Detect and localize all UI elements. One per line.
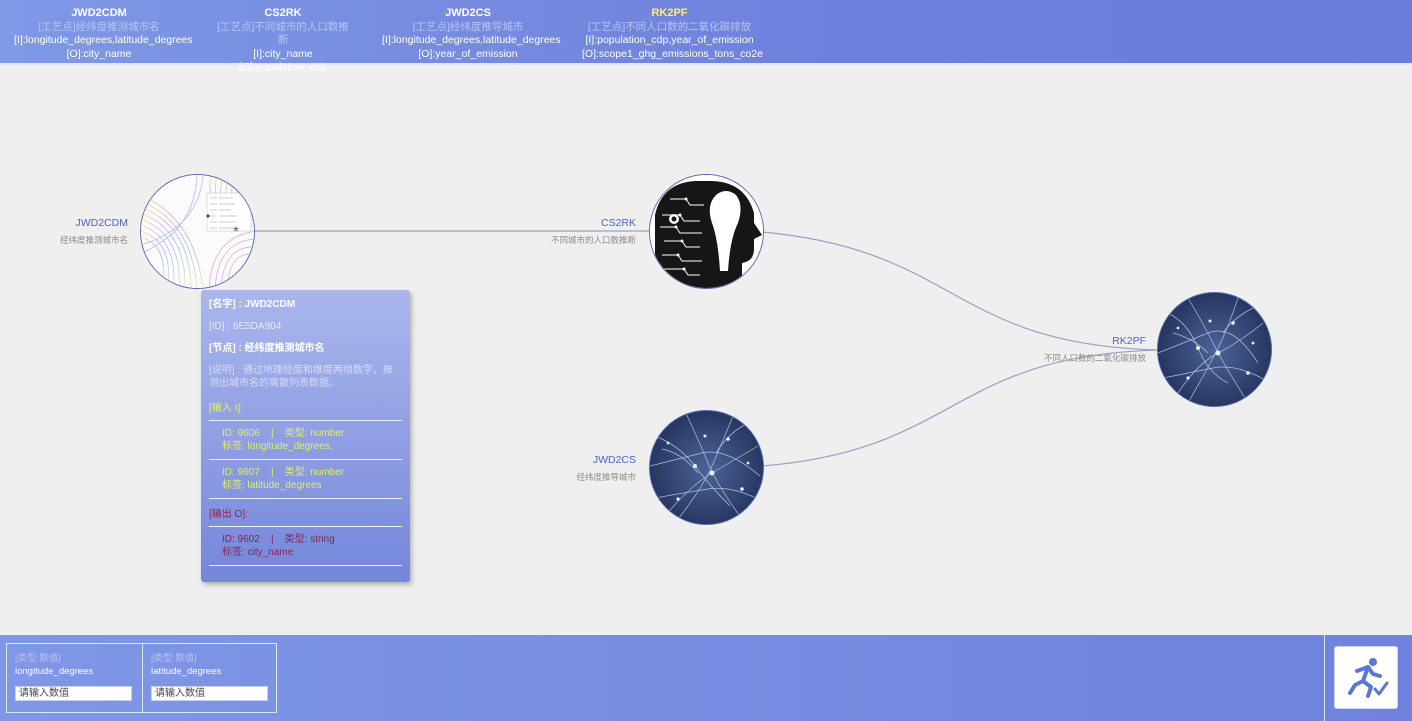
ai-head-image bbox=[650, 175, 763, 288]
port-tag: 标签: city_name bbox=[222, 547, 294, 558]
neural-network-image bbox=[1158, 293, 1271, 406]
divider bbox=[1324, 635, 1325, 721]
running-person-icon bbox=[1348, 658, 1389, 698]
node-label-jwd2cs: JWD2CS 经纬度推导城市 bbox=[540, 454, 636, 483]
latitude-input[interactable] bbox=[151, 686, 268, 701]
node-desc: 经纬度推测城市名 bbox=[59, 235, 128, 245]
tooltip-name: [名字] : JWD2CDM bbox=[209, 299, 296, 310]
contour-plot-image: ★ bbox=[141, 175, 254, 288]
node-label-cs2rk: CS2RK 不同城市的人口数推断 bbox=[520, 217, 636, 246]
node-jwd2cdm[interactable]: ★ bbox=[140, 174, 255, 289]
header-item-rk2pf[interactable]: RK2PF [工艺点]不同人口数的二氧化碳排放 [I]:population_c… bbox=[582, 7, 763, 61]
header-item-input: [I]:longitude_degrees,latitude_degrees bbox=[382, 34, 561, 46]
header-item-cs2rk[interactable]: CS2RK [工艺点]不同城市的人口数推断 [I]:city_name [O]:… bbox=[212, 7, 354, 75]
header-item-desc: [工艺点]经纬度推测城市名 bbox=[38, 20, 160, 33]
run-button[interactable] bbox=[1334, 646, 1398, 709]
header-item-name: JWD2CS bbox=[445, 7, 491, 19]
divider bbox=[209, 498, 402, 499]
node-jwd2cs[interactable] bbox=[649, 410, 764, 525]
port-type: 类型: number bbox=[284, 428, 345, 439]
header-item-input: [I]:population_cdp,year_of_emission bbox=[585, 34, 754, 46]
header-item-name: CS2RK bbox=[264, 7, 302, 19]
node-label-rk2pf: RK2PF 不同人口数的二氧化碳排放 bbox=[1020, 335, 1146, 364]
tooltip-input-port: ID: 9606 | 类型: number 标签: longitude_degr… bbox=[209, 427, 402, 453]
header-item-output: [O]:scope1_ghg_emissions_tons_co2e bbox=[582, 47, 763, 60]
header-item-output: [O]:city_name bbox=[66, 47, 132, 60]
neural-network-image bbox=[650, 411, 763, 524]
port-separator: | bbox=[270, 428, 274, 439]
port-type: 类型: number bbox=[284, 467, 345, 478]
port-id: ID: 9602 bbox=[222, 534, 260, 545]
input-panel: [类型:数值] longitude_degrees [类型:数值] latitu… bbox=[6, 643, 277, 713]
divider bbox=[209, 420, 402, 421]
input-cell-longitude: [类型:数值] longitude_degrees bbox=[7, 644, 142, 712]
input-label: longitude_degrees bbox=[15, 666, 94, 677]
header-item-jwd2cs[interactable]: JWD2CS [工艺点]经纬度推导城市 [I]:longitude_degree… bbox=[382, 7, 561, 61]
node-name: CS2RK bbox=[600, 217, 636, 229]
port-tag: 标签: longitude_degrees, bbox=[222, 441, 333, 452]
node-name: JWD2CS bbox=[592, 454, 636, 466]
header-item-input: [I]:city_name bbox=[253, 47, 313, 60]
input-bar: [类型:数值] longitude_degrees [类型:数值] latitu… bbox=[0, 635, 1412, 721]
header-item-input: [I]:longitude_degrees,latitude_degrees bbox=[14, 34, 193, 46]
node-tooltip: [名字] : JWD2CDM [ID] : 6E5DA904 [节点] : 经纬… bbox=[201, 290, 410, 582]
link-cs2rk-rk2pf bbox=[761, 231, 1161, 351]
node-label-jwd2cdm: JWD2CDM 经纬度推测城市名 bbox=[20, 217, 128, 246]
tooltip-input-port: ID: 9607 | 类型: number 标签: latitude_degre… bbox=[209, 466, 402, 492]
svg-text:★: ★ bbox=[232, 225, 240, 235]
link-jwd2cs-rk2pf bbox=[761, 349, 1161, 467]
process-header: JWD2CDM [工艺点]经纬度推测城市名 [I]:longitude_degr… bbox=[0, 0, 1412, 73]
tooltip-id: [ID] : 6E5DA904 bbox=[209, 321, 282, 332]
header-item-desc: [工艺点]不同城市的人口数推断 bbox=[217, 20, 349, 47]
node-desc: 经纬度推导城市 bbox=[576, 472, 636, 482]
header-item-output: [O]:year_of_emission bbox=[418, 47, 518, 60]
port-tag: 标签: latitude_degrees bbox=[222, 480, 322, 491]
port-id: ID: 9607 bbox=[222, 467, 260, 478]
node-name: RK2PF bbox=[1112, 335, 1146, 347]
header-item-name: RK2PF bbox=[651, 7, 688, 19]
node-desc: 不同人口数的二氧化碳排放 bbox=[1043, 353, 1146, 363]
header-item-name: JWD2CDM bbox=[71, 7, 127, 19]
header-item-desc: [工艺点]不同人口数的二氧化碳排放 bbox=[587, 20, 752, 33]
node-desc: 不同城市的人口数推断 bbox=[550, 235, 636, 245]
divider bbox=[209, 526, 402, 527]
tooltip-output-title: [输出 O]: bbox=[209, 509, 248, 520]
divider bbox=[209, 565, 402, 566]
longitude-input[interactable] bbox=[15, 686, 132, 701]
tooltip-node: [节点] : 经纬度推测城市名 bbox=[209, 343, 325, 354]
divider bbox=[209, 459, 402, 460]
header-item-jwd2cdm[interactable]: JWD2CDM [工艺点]经纬度推测城市名 [I]:longitude_degr… bbox=[14, 7, 193, 61]
input-type: [类型:数值] bbox=[15, 653, 61, 664]
header-item-output: [O]:population_cdp bbox=[238, 61, 328, 73]
node-rk2pf[interactable] bbox=[1157, 292, 1272, 407]
header-item-desc: [工艺点]经纬度推导城市 bbox=[412, 20, 524, 33]
input-cell-latitude: [类型:数值] latitude_degrees bbox=[142, 644, 277, 712]
port-type: 类型: string bbox=[284, 534, 335, 545]
tooltip-output-port: ID: 9602 | 类型: string 标签: city_name bbox=[209, 533, 402, 559]
tooltip-input-title: [输入 I]: bbox=[209, 403, 243, 414]
input-label: latitude_degrees bbox=[151, 666, 222, 677]
node-cs2rk[interactable] bbox=[649, 174, 764, 289]
tooltip-description: [说明] : 通过地理经度和维度两组数字，推测出城市名的离散列表数据。 bbox=[209, 365, 393, 389]
input-type: [类型:数值] bbox=[151, 653, 197, 664]
node-name: JWD2CDM bbox=[75, 217, 129, 229]
port-separator: | bbox=[270, 467, 274, 478]
port-id: ID: 9606 bbox=[222, 428, 260, 439]
port-separator: | bbox=[270, 534, 274, 545]
